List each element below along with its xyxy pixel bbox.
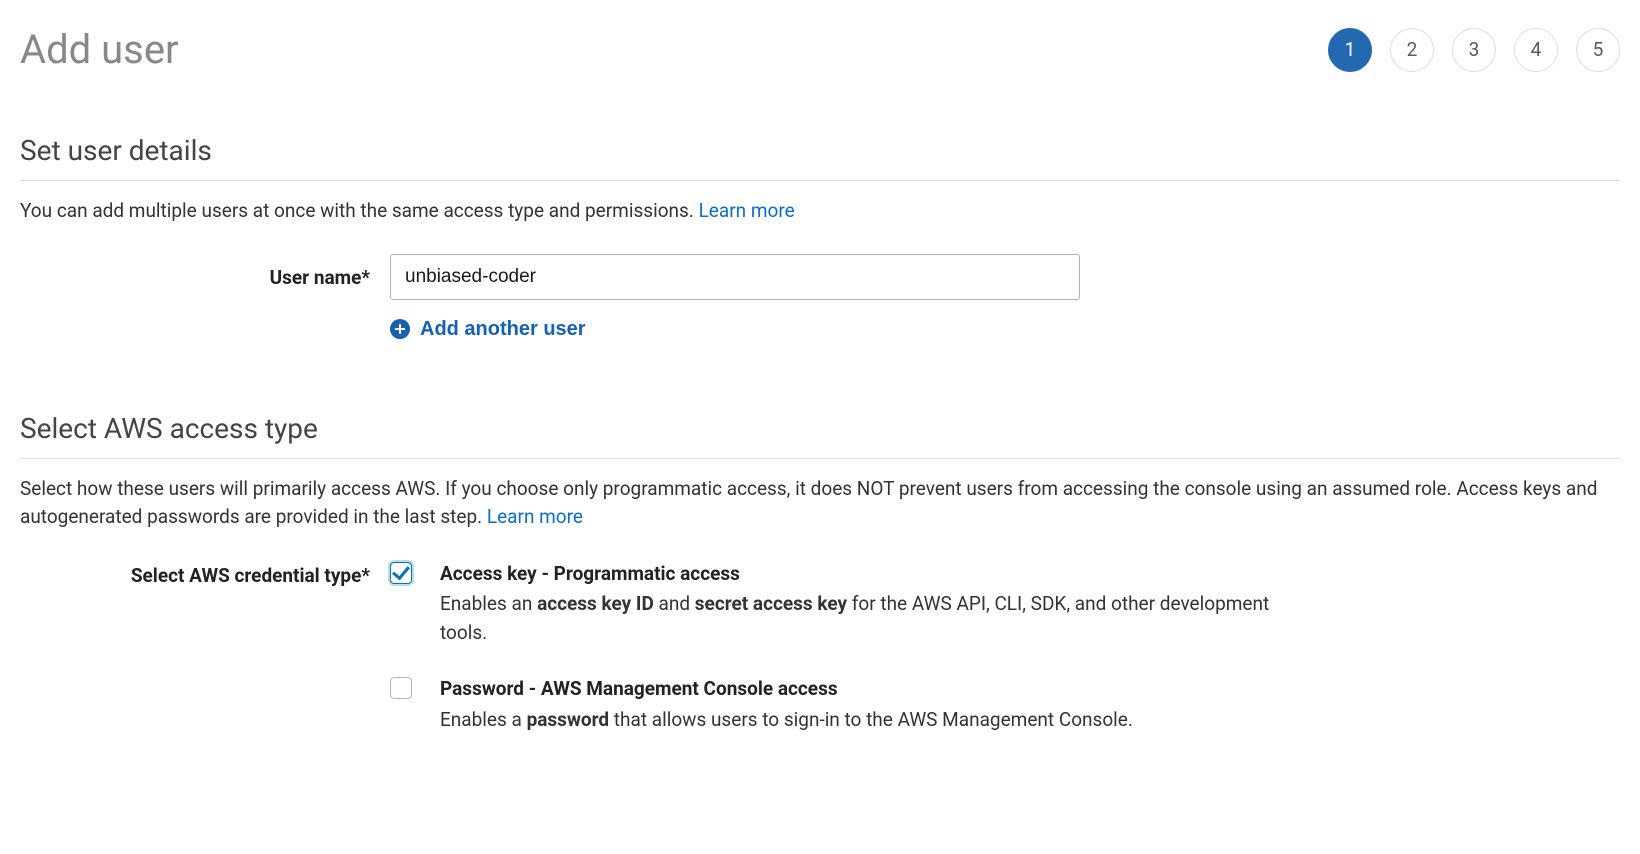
step-4[interactable]: 4: [1514, 28, 1558, 72]
add-another-label: Add another user: [420, 318, 586, 341]
credential-type-label: Select AWS credential type*: [20, 560, 390, 591]
section-access-type-title: Select AWS access type: [20, 408, 1620, 450]
user-name-input-col: [390, 254, 1620, 300]
wizard-steps: 1 2 3 4 5: [1328, 28, 1620, 72]
credential-option-access-key: Select AWS credential type* Access key -…: [20, 560, 1620, 648]
user-name-row: User name*: [20, 254, 1620, 300]
plus-circle-icon: [390, 319, 410, 339]
user-name-label: User name*: [20, 254, 390, 293]
step-5[interactable]: 5: [1576, 28, 1620, 72]
learn-more-link-access[interactable]: Learn more: [487, 505, 583, 528]
desc-text: You can add multiple users at once with …: [20, 199, 699, 222]
section-user-details-desc: You can add multiple users at once with …: [20, 197, 1620, 226]
credential-option-password: Password - AWS Management Console access…: [20, 675, 1620, 734]
password-title: Password - AWS Management Console access: [440, 675, 1300, 704]
learn-more-link-details[interactable]: Learn more: [699, 199, 795, 222]
checkbox-col: [390, 675, 440, 699]
credential-content: Access key - Programmatic access Enables…: [440, 560, 1300, 648]
password-checkbox[interactable]: [390, 677, 412, 699]
access-key-checkbox[interactable]: [390, 562, 412, 584]
add-another-row: Add another user: [20, 318, 1620, 348]
access-key-desc: Enables an access key ID and secret acce…: [440, 590, 1300, 647]
password-desc: Enables a password that allows users to …: [440, 706, 1300, 735]
credential-content: Password - AWS Management Console access…: [440, 675, 1300, 734]
user-name-input[interactable]: [390, 254, 1080, 300]
step-3[interactable]: 3: [1452, 28, 1496, 72]
divider: [20, 180, 1620, 181]
step-1[interactable]: 1: [1328, 28, 1372, 72]
step-2[interactable]: 2: [1390, 28, 1434, 72]
access-desc-text: Select how these users will primarily ac…: [20, 477, 1597, 529]
divider: [20, 458, 1620, 459]
page-title: Add user: [20, 20, 179, 80]
section-user-details-title: Set user details: [20, 130, 1620, 172]
spacer-col: [20, 318, 390, 348]
add-another-col: Add another user: [390, 318, 1620, 348]
checkbox-col: [390, 560, 440, 584]
section-access-type-desc: Select how these users will primarily ac…: [20, 475, 1620, 532]
spacer-label: [20, 675, 390, 677]
page-header: Add user 1 2 3 4 5: [20, 20, 1620, 80]
access-key-title: Access key - Programmatic access: [440, 560, 1300, 589]
add-another-user-button[interactable]: Add another user: [390, 318, 586, 341]
